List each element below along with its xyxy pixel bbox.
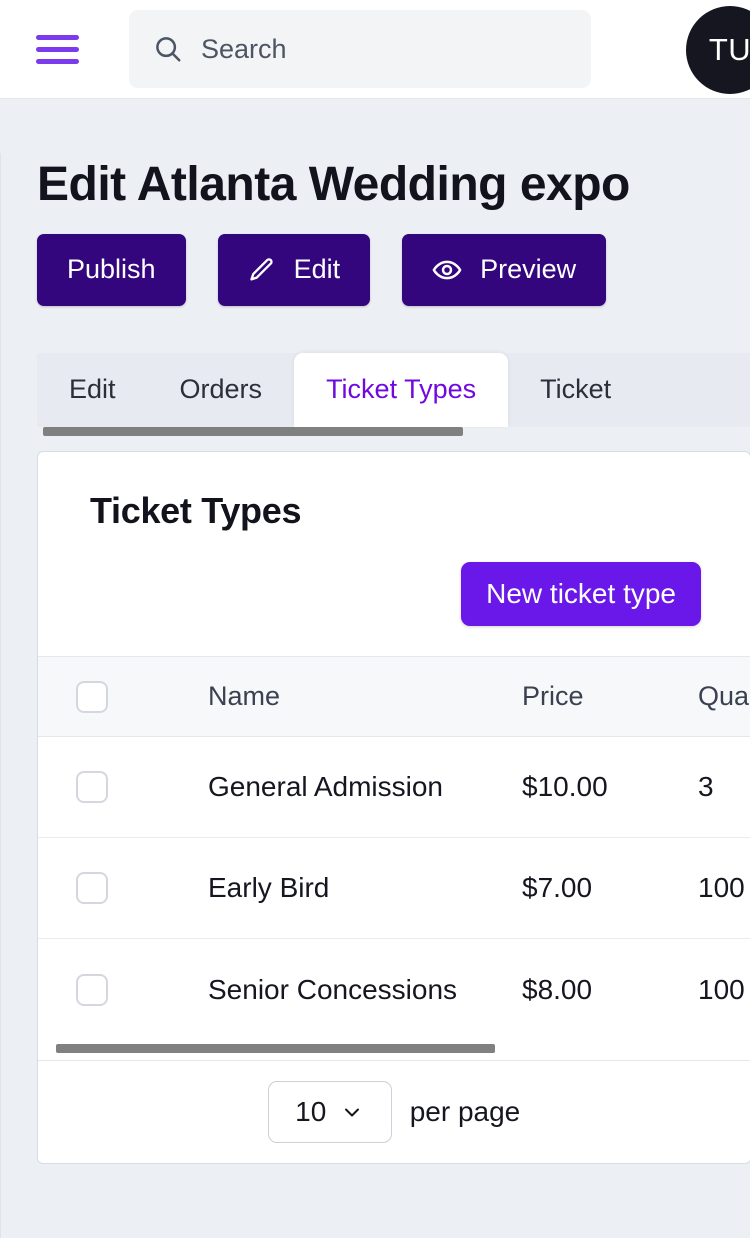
- card-actions: New ticket type: [38, 532, 750, 656]
- column-header-name-label: Name: [208, 681, 281, 712]
- hamburger-bar: [36, 58, 79, 64]
- table-horizontal-scrollbar-track: [38, 1039, 750, 1060]
- row-quantity-cell: 100: [698, 939, 750, 1040]
- per-page-label: per page: [409, 1095, 521, 1127]
- row-price: $8.00: [522, 973, 593, 1005]
- row-name: Early Bird: [208, 872, 330, 904]
- edit-button-label: Edit: [293, 254, 341, 285]
- row-name: General Admission: [208, 771, 444, 803]
- avatar[interactable]: TU: [686, 6, 750, 94]
- row-select-cell: [38, 736, 170, 839]
- row-quantity: 100: [698, 872, 745, 904]
- card-title: Ticket Types: [90, 489, 302, 531]
- row-price-cell: $7.00: [522, 837, 698, 940]
- row-quantity-cell: 100: [698, 837, 750, 940]
- ticket-types-card: Ticket Types New ticket type Name Price …: [37, 450, 750, 1164]
- page-content: Edit Atlanta Wedding expo Publish Edit P…: [0, 153, 750, 1238]
- tab-ticket-holders[interactable]: Ticket: [508, 353, 643, 427]
- row-price: $7.00: [522, 872, 593, 904]
- row-name: Senior Concessions: [208, 973, 458, 1005]
- tabs-horizontal-scrollbar[interactable]: [43, 426, 463, 436]
- pagination-bar: 10 per page: [38, 1059, 750, 1163]
- column-header-price[interactable]: Price: [522, 656, 698, 738]
- table-header-row: Name Price Quan: [38, 656, 750, 738]
- search-icon: [156, 37, 181, 62]
- table-row[interactable]: Senior Concessions $8.00 100: [38, 939, 750, 1040]
- hamburger-bar: [36, 34, 79, 40]
- row-select-cell: [38, 837, 170, 940]
- row-price: $10.00: [522, 771, 608, 803]
- row-price-cell: $8.00: [522, 939, 698, 1040]
- tabs-container: Edit Orders Ticket Types Ticket: [37, 352, 750, 439]
- select-all-checkbox[interactable]: [76, 680, 108, 713]
- row-quantity: 100: [698, 973, 745, 1005]
- per-page-select[interactable]: 10: [267, 1080, 392, 1143]
- top-bar: Search TU: [0, 0, 750, 99]
- preview-button[interactable]: Preview: [402, 233, 607, 306]
- preview-button-label: Preview: [480, 254, 577, 285]
- row-quantity: 3: [698, 771, 714, 803]
- publish-button-label: Publish: [67, 254, 156, 285]
- row-price-cell: $10.00: [522, 736, 698, 839]
- hamburger-menu-icon[interactable]: [36, 34, 94, 64]
- ticket-types-table-scroll: Name Price Quan: [38, 655, 750, 1040]
- table-row[interactable]: Early Bird $7.00 100: [38, 837, 750, 940]
- avatar-initials: TU: [708, 32, 750, 67]
- row-checkbox[interactable]: [76, 872, 108, 905]
- ticket-types-table: Name Price Quan: [38, 656, 750, 1040]
- table-body: General Admission $10.00 3 Early Bird $7…: [38, 736, 750, 1040]
- edit-button[interactable]: Edit: [217, 233, 371, 306]
- column-header-quantity[interactable]: Quan: [698, 656, 750, 738]
- column-header-price-label: Price: [522, 681, 584, 712]
- row-name-cell: Senior Concessions: [170, 939, 522, 1040]
- hamburger-bar: [36, 46, 79, 52]
- tab-list: Edit Orders Ticket Types Ticket: [37, 352, 750, 427]
- row-select-cell: [38, 939, 170, 1040]
- new-ticket-type-button[interactable]: New ticket type: [461, 561, 701, 626]
- column-header-quantity-label: Quan: [698, 681, 750, 712]
- row-name-cell: General Admission: [170, 736, 522, 839]
- tab-orders-label: Orders: [179, 374, 263, 405]
- table-head: Name Price Quan: [38, 656, 750, 738]
- tab-orders[interactable]: Orders: [148, 353, 295, 427]
- per-page-value: 10: [295, 1095, 327, 1127]
- select-all-header: [38, 656, 170, 738]
- column-header-name[interactable]: Name: [170, 656, 522, 738]
- publish-button[interactable]: Publish: [37, 233, 186, 306]
- row-checkbox[interactable]: [76, 973, 108, 1006]
- tab-edit-label: Edit: [69, 374, 116, 405]
- search-input[interactable]: Search: [129, 10, 591, 88]
- card-header: Ticket Types: [38, 452, 750, 532]
- search-placeholder: Search: [201, 33, 287, 64]
- tab-edit[interactable]: Edit: [37, 353, 148, 427]
- chevron-down-icon: [345, 1108, 360, 1117]
- row-checkbox[interactable]: [76, 771, 108, 804]
- row-quantity-cell: 3: [698, 736, 750, 839]
- table-row[interactable]: General Admission $10.00 3: [38, 736, 750, 839]
- page-action-buttons: Publish Edit Preview: [37, 233, 750, 306]
- page-title: Edit Atlanta Wedding expo: [37, 158, 630, 211]
- eye-icon: [432, 260, 462, 280]
- tab-ticket-holders-label: Ticket: [540, 374, 612, 405]
- tab-ticket-types[interactable]: Ticket Types: [294, 352, 509, 427]
- pencil-icon: [249, 258, 273, 281]
- tab-ticket-types-label: Ticket Types: [326, 374, 477, 405]
- row-name-cell: Early Bird: [170, 837, 522, 940]
- table-horizontal-scrollbar[interactable]: [56, 1043, 495, 1053]
